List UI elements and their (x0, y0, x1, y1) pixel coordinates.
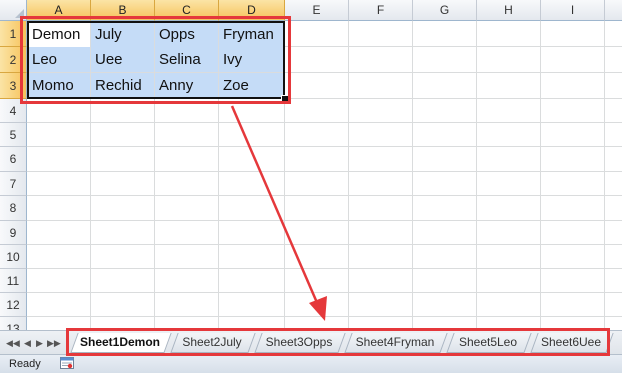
row-header-11[interactable]: 11 (0, 269, 27, 293)
gridline (27, 171, 622, 172)
gridline (27, 268, 622, 269)
gridline (348, 21, 349, 330)
row-header-6[interactable]: 6 (0, 147, 27, 172)
column-header-i[interactable]: I (541, 0, 605, 21)
row-header-7[interactable]: 7 (0, 172, 27, 196)
gridline (476, 21, 477, 330)
column-header-e[interactable]: E (285, 0, 349, 21)
row-header-12[interactable]: 12 (0, 293, 27, 317)
gridline (27, 244, 622, 245)
gridline (540, 21, 541, 330)
status-bar: Ready (0, 354, 622, 373)
gridline (604, 21, 605, 330)
column-header-g[interactable]: G (413, 0, 477, 21)
annotation-box-data-range (20, 16, 291, 104)
column-header-j[interactable] (605, 0, 622, 21)
gridline (27, 195, 622, 196)
row-header-10[interactable]: 10 (0, 245, 27, 269)
record-macro-icon[interactable] (60, 357, 74, 369)
gridline (27, 220, 622, 221)
gridline (27, 292, 622, 293)
column-header-f[interactable]: F (349, 0, 413, 21)
gridline (27, 146, 622, 147)
gridline (27, 122, 622, 123)
annotation-box-sheet-tabs (66, 328, 610, 356)
row-header-9[interactable]: 9 (0, 221, 27, 245)
gridline (27, 316, 622, 317)
status-text: Ready (9, 358, 41, 370)
gridline (412, 21, 413, 330)
spreadsheet-grid[interactable]: A B C D E F G H I 1 2 3 4 5 6 7 8 9 10 1… (0, 0, 622, 330)
column-header-h[interactable]: H (477, 0, 541, 21)
row-header-13[interactable]: 13 (0, 317, 27, 330)
row-header-8[interactable]: 8 (0, 196, 27, 221)
row-header-5[interactable]: 5 (0, 123, 27, 147)
